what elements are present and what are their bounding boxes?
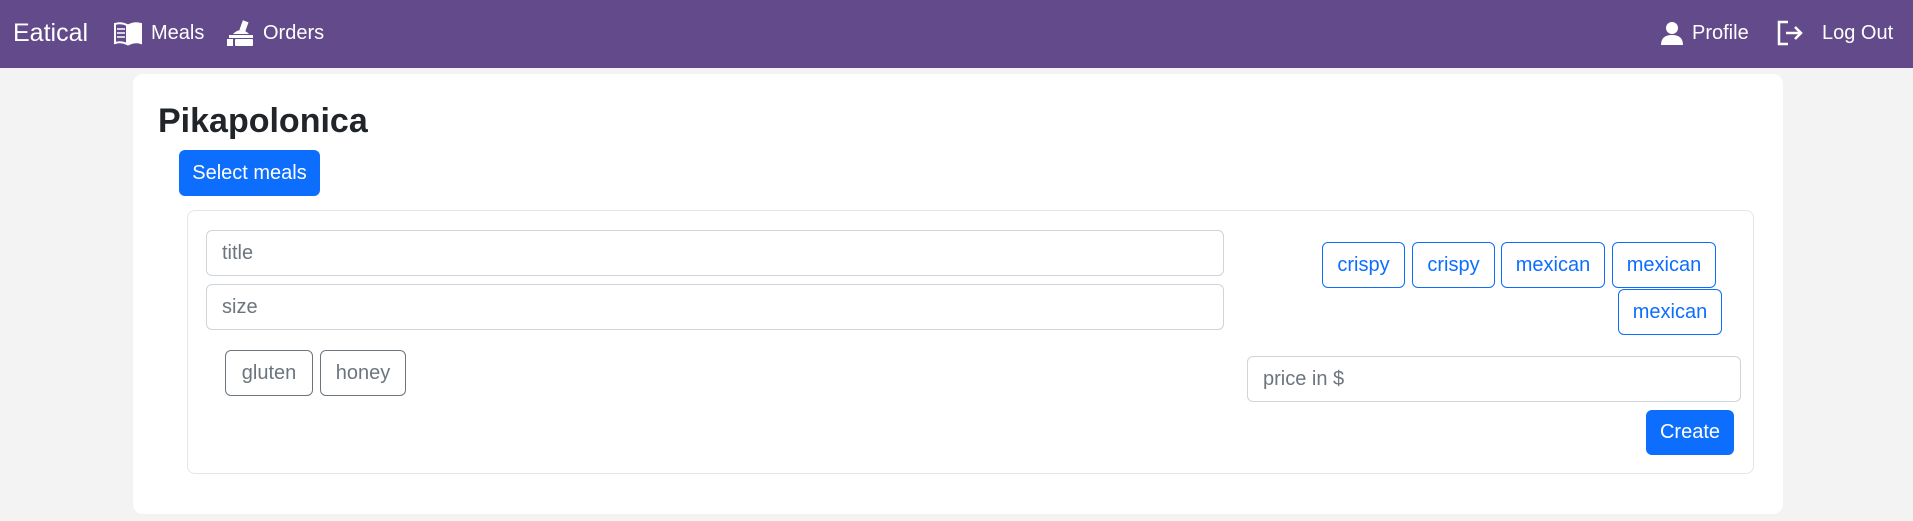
page-title: Pikapolonica [158,102,368,140]
price-input[interactable] [1247,356,1741,402]
tag-chip-mexican[interactable]: mexican [1612,242,1716,288]
ingredient-chip-honey[interactable]: honey [320,350,406,396]
top-navbar: Eatical Meals Orders Profile Log Out [0,0,1913,68]
nav-meals-label: Meals [151,21,205,44]
tag-chip-crispy[interactable]: crispy [1322,242,1405,288]
size-input[interactable] [206,284,1224,330]
nav-logout-link[interactable]: Log Out [1776,18,1893,48]
tag-chip-mexican[interactable]: mexican [1618,289,1722,335]
food-serving-icon [225,18,255,48]
book-icon [113,20,143,46]
person-icon [1660,20,1684,46]
brand-logo[interactable]: Eatical [13,18,88,48]
create-button[interactable]: Create [1646,410,1734,455]
nav-profile-label: Profile [1692,21,1749,44]
nav-orders-link[interactable]: Orders [225,18,324,48]
nav-logout-label: Log Out [1822,21,1894,44]
nav-profile-link[interactable]: Profile [1660,18,1749,48]
title-input[interactable] [206,230,1224,276]
nav-orders-label: Orders [263,21,325,44]
nav-meals-link[interactable]: Meals [113,18,204,48]
ingredient-chip-gluten[interactable]: gluten [225,350,313,396]
tag-chip-crispy[interactable]: crispy [1412,242,1495,288]
tag-chip-mexican[interactable]: mexican [1501,242,1605,288]
logout-icon [1776,20,1804,46]
select-meals-button[interactable]: Select meals [179,150,320,196]
